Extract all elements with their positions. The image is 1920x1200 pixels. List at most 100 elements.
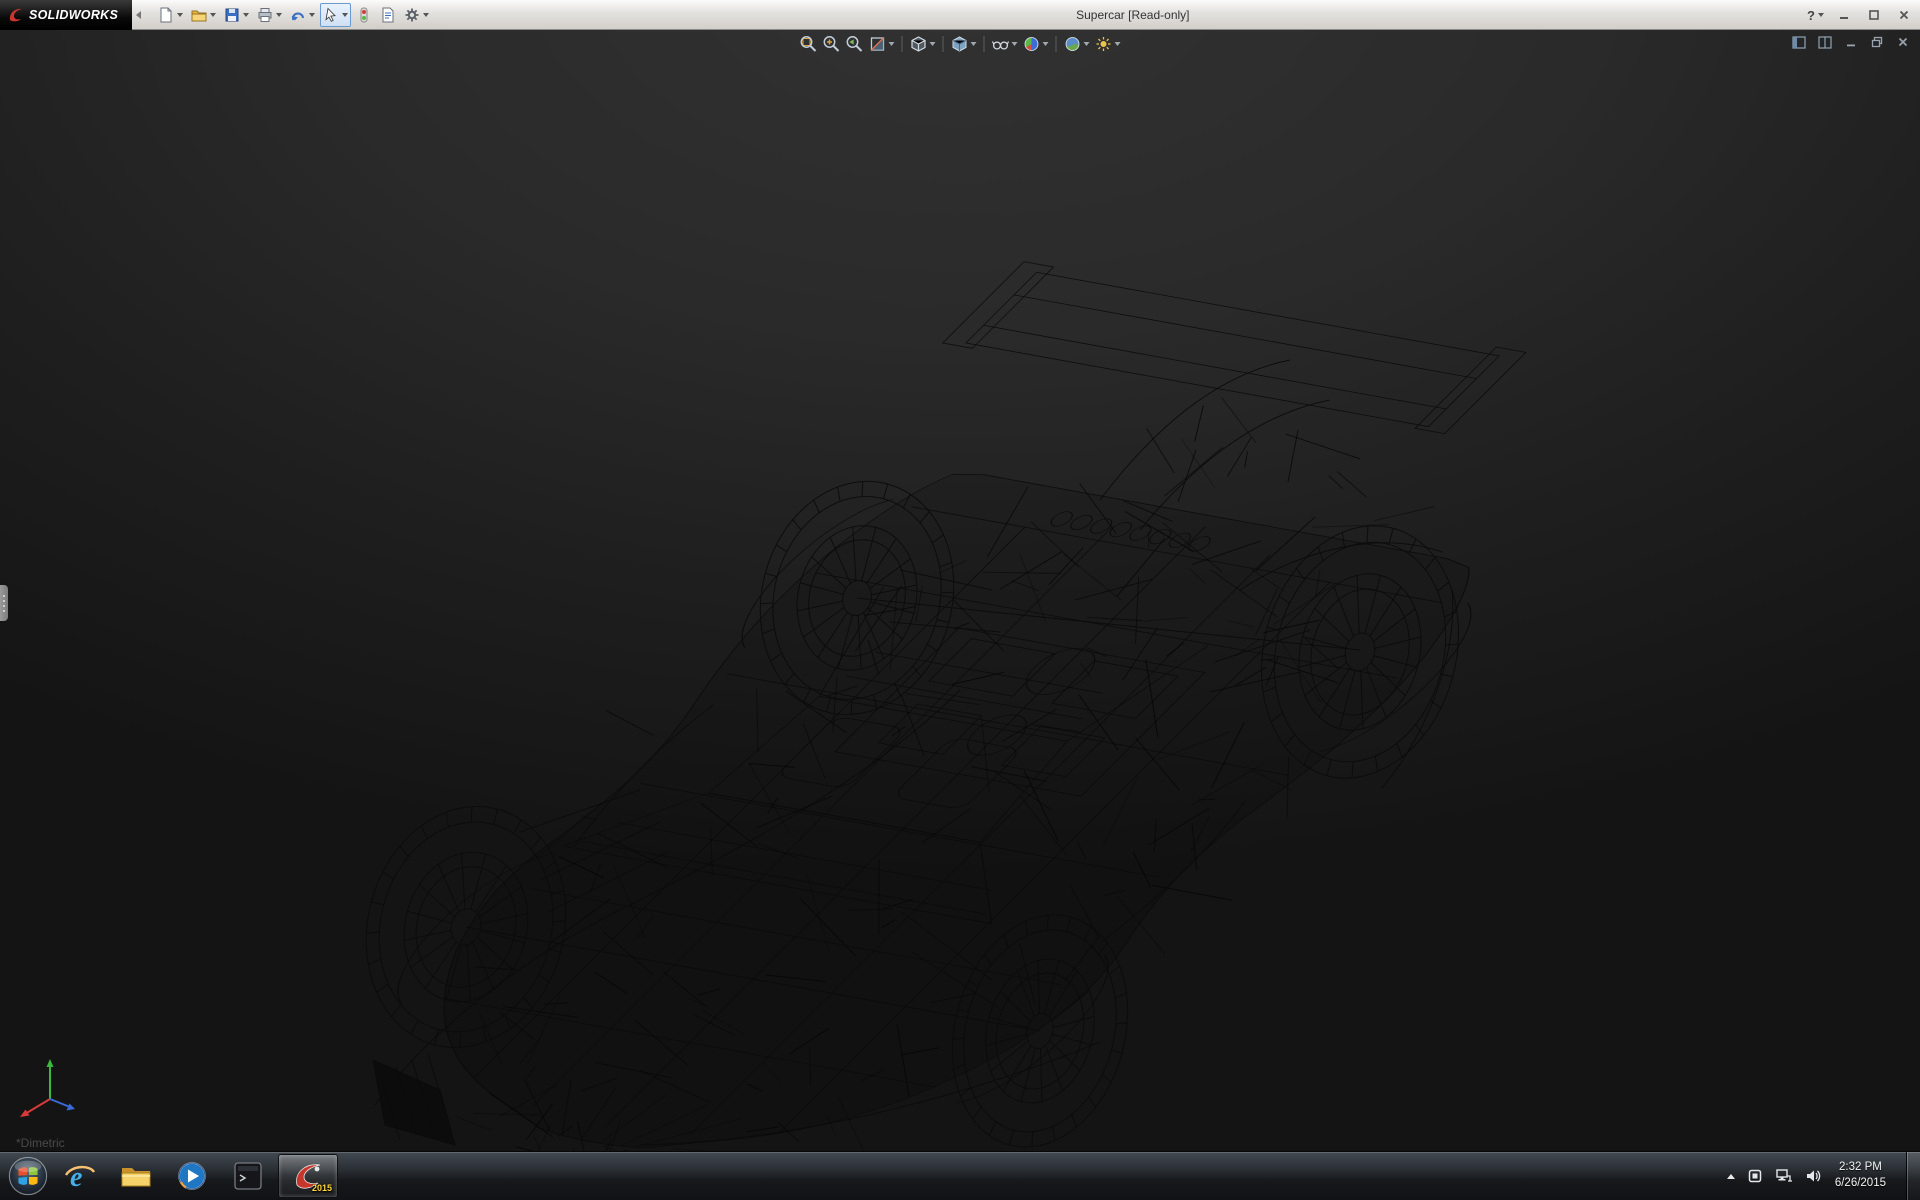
file-properties-button[interactable] bbox=[377, 3, 399, 27]
taskbar-media-player[interactable] bbox=[166, 1154, 218, 1198]
taskbar-solidworks-2015[interactable]: 2015 bbox=[278, 1154, 338, 1198]
doc-restore-button[interactable] bbox=[1868, 34, 1886, 50]
apply-scene-button[interactable] bbox=[1063, 34, 1091, 54]
show-hidden-icons-arrow-icon bbox=[1727, 1174, 1735, 1179]
select-dropdown-icon[interactable] bbox=[342, 13, 348, 17]
solidworks-version-badge: 2015 bbox=[312, 1183, 332, 1193]
doc-minimize-button[interactable] bbox=[1842, 34, 1860, 50]
save-dropdown-icon[interactable] bbox=[243, 13, 249, 17]
print-icon bbox=[257, 7, 273, 23]
clock-time: 2:32 PM bbox=[1835, 1160, 1886, 1176]
view-settings-dropdown-icon[interactable] bbox=[1115, 42, 1121, 46]
view-settings-button[interactable] bbox=[1094, 34, 1122, 54]
view-orientation-button[interactable] bbox=[909, 34, 937, 54]
options-dropdown-icon[interactable] bbox=[423, 13, 429, 17]
display-style-button[interactable] bbox=[950, 34, 978, 54]
view-orientation-cube-icon bbox=[910, 35, 928, 53]
tray-app-button[interactable] bbox=[1747, 1168, 1763, 1184]
print-button[interactable] bbox=[254, 3, 285, 27]
hide-show-items-dropdown-icon[interactable] bbox=[1012, 42, 1018, 46]
heads-up-view-toolbar bbox=[795, 33, 1126, 55]
folder-icon bbox=[120, 1162, 152, 1190]
rebuild-button[interactable] bbox=[353, 3, 375, 27]
featuremanager-splitter-handle[interactable] bbox=[0, 585, 8, 621]
solidworks-logo: SOLIDWORKS bbox=[0, 0, 132, 30]
help-dropdown-icon[interactable] bbox=[1818, 13, 1824, 17]
zoom-to-area-icon bbox=[823, 35, 841, 53]
show-desktop-button[interactable] bbox=[1906, 1152, 1920, 1200]
document-window-controls bbox=[1790, 34, 1912, 50]
car-rear-wing bbox=[943, 262, 1526, 434]
split-pane-icon bbox=[1818, 36, 1832, 49]
new-document-dropdown-icon[interactable] bbox=[177, 13, 183, 17]
network-status-button[interactable] bbox=[1775, 1168, 1793, 1184]
open-button[interactable] bbox=[188, 3, 219, 27]
dark-window-icon bbox=[233, 1161, 263, 1191]
apply-scene-dropdown-icon[interactable] bbox=[1084, 42, 1090, 46]
open-icon bbox=[191, 7, 207, 23]
select-cursor-icon bbox=[323, 7, 339, 23]
featuremanager-pane-button[interactable] bbox=[1790, 34, 1808, 50]
graphics-area[interactable]: *Dimetric bbox=[0, 30, 1920, 1151]
print-dropdown-icon[interactable] bbox=[276, 13, 282, 17]
zoom-to-fit-button[interactable] bbox=[799, 34, 819, 54]
help-button[interactable]: ? bbox=[1807, 8, 1824, 23]
close-icon bbox=[1898, 9, 1910, 21]
speaker-icon bbox=[1805, 1168, 1821, 1184]
taskbar-dark-utility-app[interactable] bbox=[222, 1154, 274, 1198]
previous-view-icon bbox=[846, 35, 864, 53]
previous-view-button[interactable] bbox=[845, 34, 865, 54]
taskbar-internet-explorer[interactable]: e bbox=[54, 1154, 106, 1198]
minimize-icon bbox=[1845, 36, 1857, 48]
app-minimize-button[interactable] bbox=[1834, 6, 1854, 24]
section-view-dropdown-icon[interactable] bbox=[889, 42, 895, 46]
restore-icon bbox=[1871, 36, 1883, 48]
view-orientation-label: *Dimetric bbox=[16, 1136, 65, 1150]
taskbar-windows-explorer[interactable] bbox=[110, 1154, 162, 1198]
maximize-icon bbox=[1868, 9, 1880, 21]
app-maximize-button[interactable] bbox=[1864, 6, 1884, 24]
doc-close-button[interactable] bbox=[1894, 34, 1912, 50]
select-tool-button[interactable] bbox=[320, 3, 351, 27]
app-close-button[interactable] bbox=[1894, 6, 1914, 24]
edit-appearance-icon bbox=[1023, 35, 1041, 53]
quick-access-toolbar bbox=[147, 3, 432, 27]
toolbar-collapse-arrow-icon[interactable] bbox=[136, 11, 141, 19]
new-document-icon bbox=[158, 7, 174, 23]
close-icon bbox=[1897, 36, 1909, 48]
open-dropdown-icon[interactable] bbox=[210, 13, 216, 17]
toolbar-separator bbox=[943, 36, 944, 52]
zoom-to-fit-icon bbox=[800, 35, 818, 53]
internet-explorer-icon: e bbox=[64, 1160, 96, 1192]
new-document-button[interactable] bbox=[155, 3, 186, 27]
edit-appearance-dropdown-icon[interactable] bbox=[1043, 42, 1049, 46]
solidworks-logo-icon bbox=[8, 7, 24, 23]
edit-appearance-button[interactable] bbox=[1022, 34, 1050, 54]
network-icon bbox=[1775, 1168, 1793, 1184]
save-icon bbox=[224, 7, 240, 23]
volume-button[interactable] bbox=[1805, 1168, 1821, 1184]
toolbar-separator bbox=[984, 36, 985, 52]
taskbar-clock[interactable]: 2:32 PM 6/26/2015 bbox=[1833, 1160, 1894, 1191]
zoom-to-area-button[interactable] bbox=[822, 34, 842, 54]
view-settings-icon bbox=[1095, 35, 1113, 53]
display-style-dropdown-icon[interactable] bbox=[971, 42, 977, 46]
options-gear-icon bbox=[404, 7, 420, 23]
y-axis-icon bbox=[47, 1059, 54, 1067]
help-label: ? bbox=[1807, 8, 1815, 23]
start-button[interactable] bbox=[4, 1152, 52, 1200]
display-style-icon bbox=[951, 35, 969, 53]
view-orientation-dropdown-icon[interactable] bbox=[930, 42, 936, 46]
undo-dropdown-icon[interactable] bbox=[309, 13, 315, 17]
save-button[interactable] bbox=[221, 3, 252, 27]
split-pane-button[interactable] bbox=[1816, 34, 1834, 50]
featuremanager-pane-icon bbox=[1792, 36, 1806, 49]
options-button[interactable] bbox=[401, 3, 432, 27]
undo-button[interactable] bbox=[287, 3, 318, 27]
section-view-button[interactable] bbox=[868, 34, 896, 54]
minimize-icon bbox=[1838, 9, 1850, 21]
show-hidden-icons-button[interactable] bbox=[1727, 1174, 1735, 1179]
undo-icon bbox=[290, 7, 306, 23]
solidworks-logo-text: SOLIDWORKS bbox=[29, 8, 118, 22]
hide-show-items-button[interactable] bbox=[991, 34, 1019, 54]
